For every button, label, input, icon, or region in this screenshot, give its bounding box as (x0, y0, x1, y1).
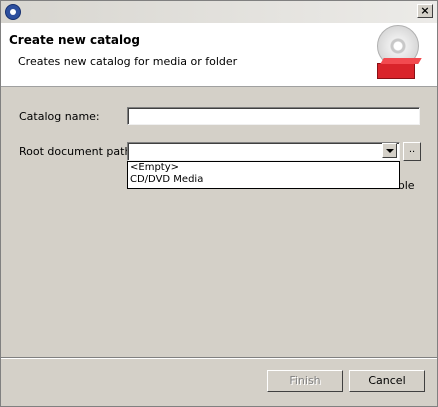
app-icon (5, 4, 21, 20)
page-title: Create new catalog (9, 33, 140, 47)
root-path-dropdown: <Empty> CD/DVD Media (127, 161, 400, 189)
catalog-name-input[interactable] (127, 107, 420, 125)
root-path-label: Root document path: (19, 145, 136, 158)
wizard-banner: Create new catalog Creates new catalog f… (1, 23, 437, 87)
browse-button[interactable]: .. (403, 142, 421, 161)
root-path-combo[interactable] (127, 142, 400, 161)
close-button[interactable]: × (417, 4, 433, 18)
title-bar[interactable]: × (1, 1, 437, 23)
catalog-name-label: Catalog name: (19, 110, 100, 123)
red-box-icon (377, 63, 415, 79)
finish-button[interactable]: Finish (267, 370, 343, 392)
dropdown-option-cd-dvd[interactable]: CD/DVD Media (128, 174, 399, 186)
create-catalog-dialog: × Create new catalog Creates new catalog… (0, 0, 438, 407)
dropdown-option-empty[interactable]: <Empty> (128, 162, 399, 174)
chevron-down-icon[interactable] (382, 143, 397, 158)
cd-catalog-icon (373, 25, 423, 83)
page-description: Creates new catalog for media or folder (18, 55, 238, 68)
cancel-button[interactable]: Cancel (349, 370, 425, 392)
footer-separator (1, 357, 437, 359)
